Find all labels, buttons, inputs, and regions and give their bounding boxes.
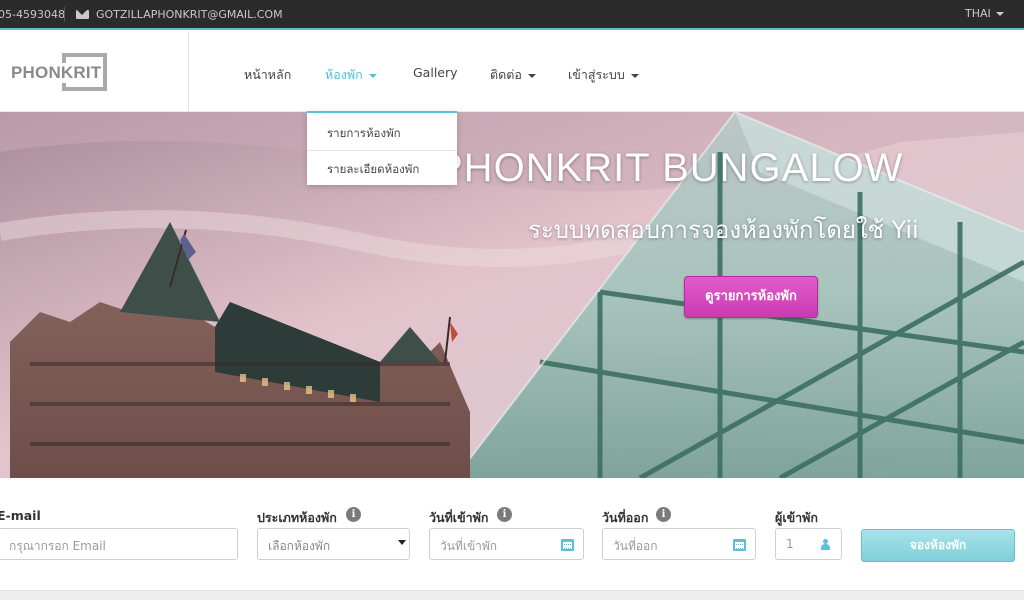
contact-email[interactable]: GOTZILLAPHONKRIT@GMAIL.COM — [96, 8, 283, 21]
person-icon — [821, 539, 830, 550]
nav-item-label: หน้าหลัก — [244, 67, 292, 82]
info-icon[interactable]: i — [656, 507, 671, 522]
nav-item-label: ติดต่อ — [490, 67, 522, 82]
info-icon[interactable]: i — [497, 507, 512, 522]
guests-field[interactable]: 1 — [775, 528, 842, 560]
chevron-down-icon — [527, 73, 536, 78]
email-field[interactable]: กรุณากรอก Email — [0, 528, 238, 560]
nav-item-rooms[interactable]: ห้องพัก — [325, 65, 377, 85]
nav-item-label: ห้องพัก — [325, 67, 363, 82]
topbar-divider — [64, 7, 65, 22]
calendar-icon[interactable] — [561, 539, 574, 551]
booking-form: E-mail กรุณากรอก Email ประเภทห้องพัก i เ… — [0, 478, 1024, 590]
guests-label: ผู้เข้าพัก — [775, 510, 818, 525]
chevron-down-icon — [368, 73, 377, 78]
hero-banner: PHONKRIT BUNGALOW ระบบทดสอบการจองห้องพัก… — [0, 112, 1024, 478]
book-room-button[interactable]: จองห้องพัก — [861, 529, 1015, 562]
site-header: PHONKRIT หน้าหลัก ห้องพัก Gallery ติดต่อ… — [0, 32, 1024, 112]
nav-item-login[interactable]: เข้าสู่ระบบ — [568, 65, 639, 85]
checkin-label: วันที่เข้าพัก — [429, 510, 489, 525]
info-icon[interactable]: i — [346, 507, 361, 522]
email-label: E-mail — [0, 508, 41, 523]
chevron-down-icon — [630, 73, 639, 78]
phone-number: 05-4593048 — [0, 8, 65, 21]
dropdown-item-room-list[interactable]: รายการห้องพัก — [327, 125, 401, 143]
nav-item-gallery[interactable]: Gallery — [413, 65, 458, 80]
nav-item-label: เข้าสู่ระบบ — [568, 67, 625, 82]
mail-icon — [76, 10, 89, 19]
hero-subtitle: ระบบทดสอบการจองห้องพักโดยใช้ Yii — [528, 216, 919, 244]
dropdown-item-room-details[interactable]: รายละเอียดห้องพัก — [327, 161, 419, 179]
dropdown-divider — [307, 150, 457, 151]
nav-item-home[interactable]: หน้าหลัก — [244, 65, 291, 85]
logo-text[interactable]: PHONKRIT — [11, 63, 104, 83]
room-type-label: ประเภทห้องพัก — [257, 510, 337, 525]
hero-title: PHONKRIT BUNGALOW — [436, 146, 904, 190]
page-bottom-edge — [0, 590, 1024, 600]
calendar-icon[interactable] — [733, 539, 746, 551]
view-rooms-button[interactable]: ดูรายการห้องพัก — [684, 276, 818, 318]
language-selector[interactable]: THAI — [965, 7, 991, 20]
checkout-label: วันที่ออก — [602, 510, 649, 525]
nav-item-label: Gallery — [413, 65, 458, 80]
nav-item-contact[interactable]: ติดต่อ — [490, 65, 536, 85]
room-type-select[interactable]: เลือกห้องพัก — [257, 528, 410, 560]
chevron-down-icon[interactable] — [996, 12, 1004, 16]
logo-area[interactable]: PHONKRIT — [0, 32, 189, 112]
rooms-dropdown-menu: รายการห้องพัก รายละเอียดห้องพัก — [307, 111, 457, 185]
chevron-down-icon[interactable] — [398, 540, 406, 545]
top-bar: 05-4593048 GOTZILLAPHONKRIT@GMAIL.COM TH… — [0, 0, 1024, 30]
